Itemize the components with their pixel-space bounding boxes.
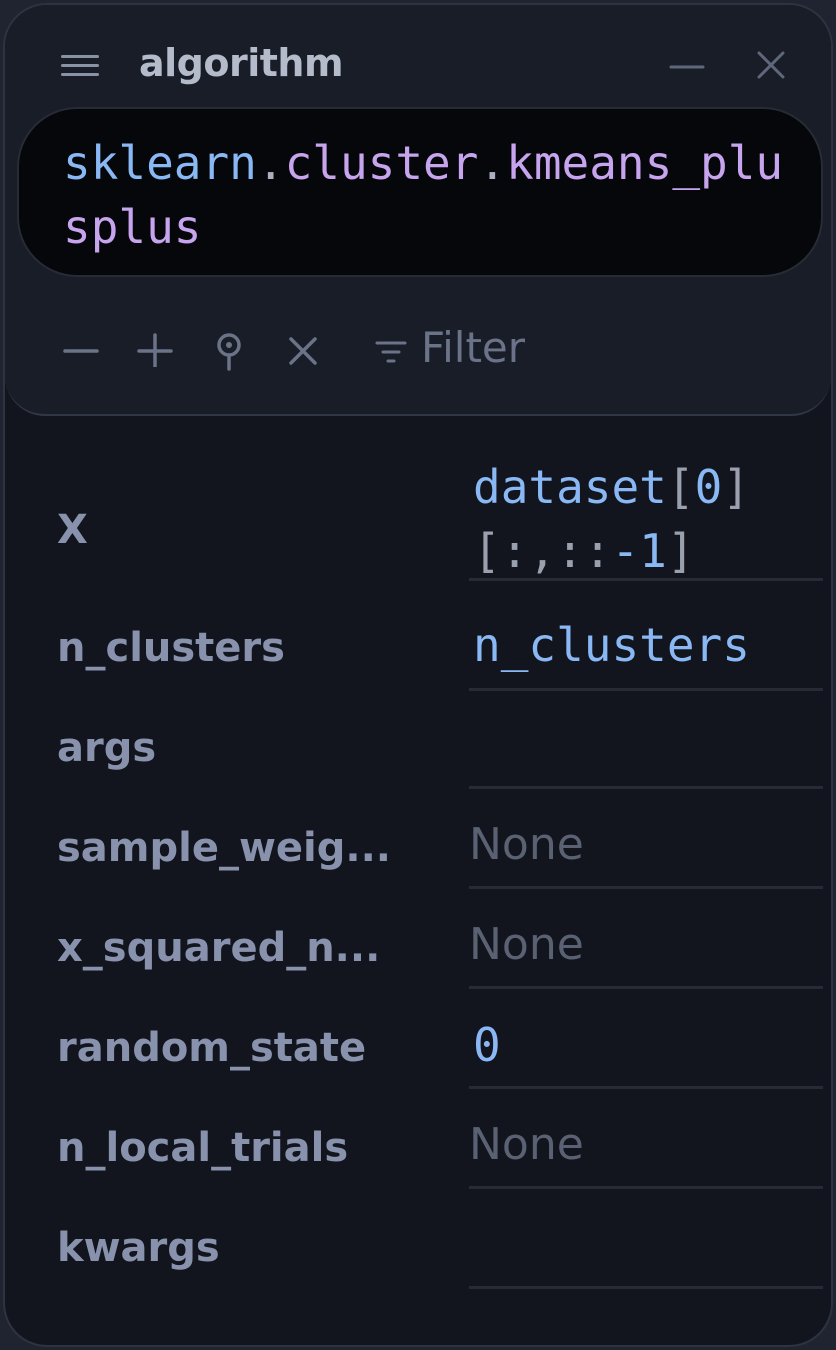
close-icon — [289, 337, 317, 365]
param-label: x_squared_n... — [57, 925, 381, 971]
node-title: algorithm — [139, 41, 344, 85]
close-icon — [757, 51, 785, 79]
function-path-text: sklearn.cluster.kmeans_plusplus — [63, 136, 784, 254]
param-value-field[interactable]: dataset[0] [:,::-1] — [469, 455, 823, 581]
param-label: n_clusters — [57, 625, 285, 671]
param-value-field[interactable] — [469, 1213, 823, 1289]
pin-icon — [217, 333, 241, 371]
param-value-field[interactable]: None — [469, 813, 823, 889]
param-value-field[interactable]: None — [469, 913, 823, 989]
param-value-field[interactable]: n_clusters — [469, 613, 823, 691]
node-toolbar: Filter — [5, 317, 831, 387]
param-label: n_local_trials — [57, 1125, 349, 1171]
filter-input[interactable]: Filter — [369, 317, 569, 381]
param-label: sample_weig... — [57, 825, 391, 871]
code-package: sklearn — [63, 136, 257, 190]
param-value-field[interactable]: None — [469, 1113, 823, 1189]
param-label: args — [57, 725, 157, 771]
collapse-button[interactable] — [59, 317, 103, 381]
minus-icon — [63, 349, 99, 353]
param-value-field[interactable]: 0 — [469, 1013, 823, 1089]
code-module: cluster — [284, 136, 479, 190]
plus-icon — [137, 333, 173, 367]
algorithm-node-panel: algorithm sklearn.cluster.kmeans_plusplu… — [3, 3, 833, 1347]
hamburger-menu-icon[interactable] — [61, 53, 99, 79]
param-label: random_state — [57, 1025, 367, 1071]
function-path-field[interactable]: sklearn.cluster.kmeans_plusplus — [17, 107, 823, 277]
param-label: X — [57, 507, 88, 553]
clear-button[interactable] — [281, 317, 325, 381]
param-label: kwargs — [57, 1225, 220, 1271]
expand-button[interactable] — [133, 317, 177, 381]
node-header: algorithm sklearn.cluster.kmeans_plusplu… — [5, 5, 831, 416]
close-button[interactable] — [751, 45, 791, 85]
minimize-button[interactable] — [667, 45, 707, 85]
param-value-field[interactable] — [469, 713, 823, 789]
pin-button[interactable] — [207, 317, 251, 381]
filter-placeholder: Filter — [421, 323, 526, 372]
filter-icon — [375, 341, 407, 363]
minimize-icon — [669, 65, 705, 69]
title-bar[interactable]: algorithm — [5, 5, 831, 115]
